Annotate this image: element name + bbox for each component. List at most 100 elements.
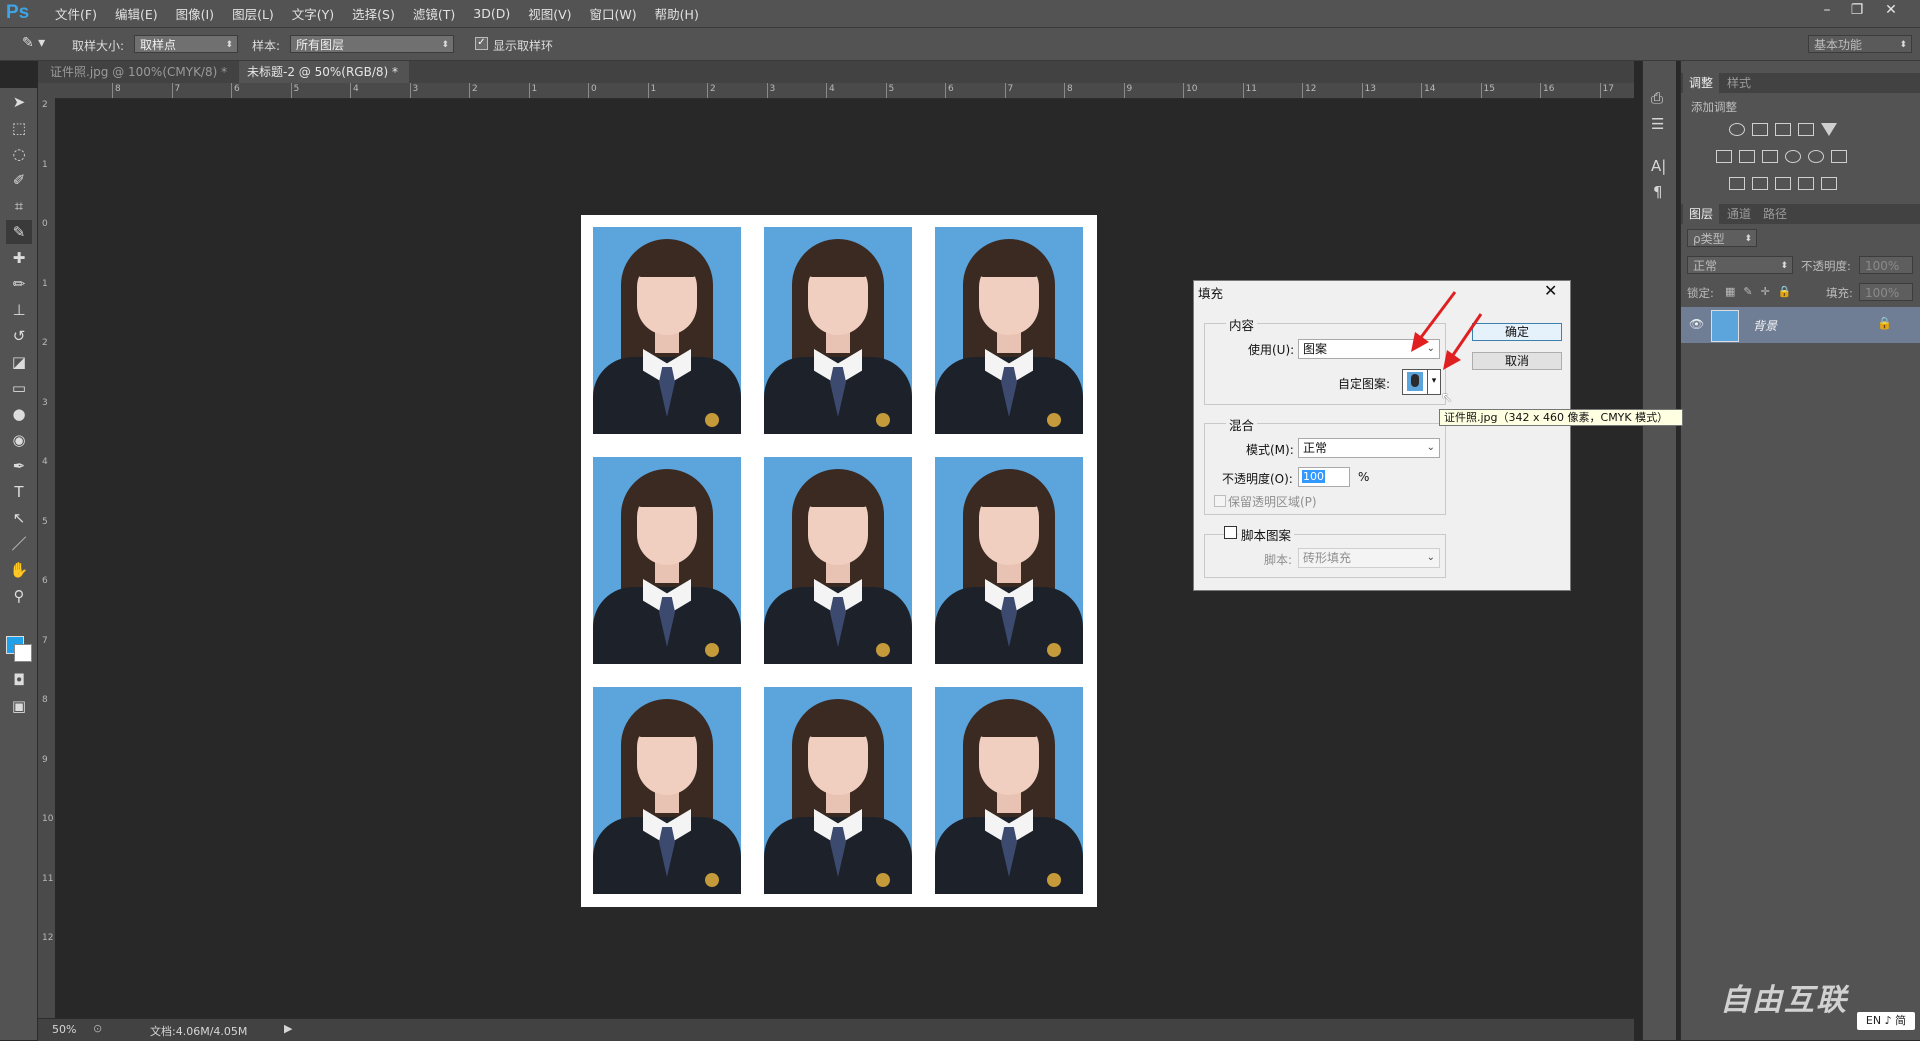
layer-name[interactable]: 背景 — [1753, 317, 1777, 334]
eyedropper-tool-icon[interactable]: ✎ — [6, 220, 32, 244]
menu-view[interactable]: 视图(V) — [519, 4, 580, 23]
history-brush-tool-icon[interactable]: ↺ — [6, 324, 32, 348]
document-canvas[interactable] — [581, 215, 1097, 907]
opacity-field[interactable]: 100% — [1859, 256, 1913, 274]
opacity-input[interactable]: 100 — [1298, 467, 1350, 487]
horizontal-ruler: 8 7 6 5 4 3 2 1 0 1 2 3 4 5 6 7 8 9 10 11 12 13 14 15 16 17 — [55, 83, 1634, 99]
ruler-tick-label: 6 — [234, 84, 240, 94]
threshold-icon[interactable] — [1775, 177, 1791, 190]
pen-tool-icon[interactable]: ✒ — [6, 454, 32, 478]
sample-select[interactable]: 所有图层 ⬍ — [290, 35, 454, 53]
background-color-swatch[interactable] — [14, 644, 32, 662]
brush-tool-icon[interactable]: ✏ — [6, 272, 32, 296]
ime-indicator[interactable]: EN ♪ 简 — [1857, 1012, 1915, 1030]
ruler-tick — [350, 83, 351, 98]
black-white-icon[interactable] — [1762, 150, 1778, 163]
menu-help[interactable]: 帮助(H) — [646, 4, 708, 23]
clone-stamp-tool-icon[interactable]: ⊥ — [6, 298, 32, 322]
fill-field[interactable]: 100% — [1859, 283, 1913, 301]
move-tool-icon[interactable]: ➤ — [6, 90, 32, 114]
ok-button[interactable]: 确定 — [1472, 323, 1562, 341]
menu-filter[interactable]: 滤镜(T) — [404, 4, 464, 23]
workspace-select[interactable]: 基本功能 ⬍ — [1808, 35, 1912, 53]
blur-tool-icon[interactable]: ● — [6, 402, 32, 426]
tab-channels[interactable]: 通道 — [1721, 204, 1757, 224]
tab-document-2[interactable]: 未标题-2 @ 50%(RGB/8) * × — [239, 61, 409, 101]
crop-tool-icon[interactable]: ⌗ — [6, 194, 32, 218]
gradient-map-icon[interactable] — [1821, 177, 1837, 190]
script-select[interactable]: 砖形填充 ⌄ — [1298, 548, 1440, 568]
cancel-button[interactable]: 取消 — [1472, 352, 1562, 370]
tab-layers[interactable]: 图层 — [1683, 204, 1720, 224]
zoom-level[interactable]: 50% — [52, 1023, 76, 1036]
mode-select[interactable]: 正常 ⌄ — [1298, 438, 1440, 458]
type-tool-icon[interactable]: T — [6, 480, 32, 504]
document-size: 文档:4.06M/4.05M — [150, 1025, 248, 1038]
hand-tool-icon[interactable]: ✋ — [6, 558, 32, 582]
zoom-tool-icon[interactable]: ⚲ — [6, 584, 32, 608]
preserve-transparency-checkbox[interactable] — [1214, 495, 1226, 507]
history-panel-icon[interactable]: ⎙ — [1651, 89, 1663, 107]
paragraph-panel-icon[interactable]: ¶ — [1653, 183, 1663, 201]
blend-mode-select[interactable]: 正常 ⬍ — [1687, 256, 1793, 274]
menu-type[interactable]: 文字(Y) — [283, 4, 343, 23]
status-menu-arrow-icon[interactable]: ▶ — [284, 1022, 292, 1035]
marquee-tool-icon[interactable]: ⬚ — [6, 116, 32, 140]
healing-brush-tool-icon[interactable]: ✚ — [6, 246, 32, 270]
eraser-tool-icon[interactable]: ◪ — [6, 350, 32, 374]
properties-panel-icon[interactable]: ☰ — [1651, 115, 1664, 133]
ruler-tick — [469, 83, 470, 98]
dodge-tool-icon[interactable]: ◉ — [6, 428, 32, 452]
menu-edit[interactable]: 编辑(E) — [106, 4, 167, 23]
lock-icons[interactable]: ▦✎✛🔒 — [1725, 285, 1800, 298]
sample-size-select[interactable]: 取样点 ⬍ — [134, 35, 238, 53]
menu-file[interactable]: 文件(F) — [46, 4, 106, 23]
line-tool-icon[interactable]: ／ — [6, 532, 32, 556]
quick-mask-icon[interactable]: ◘ — [6, 668, 32, 692]
chevron-down-icon: ⌄ — [1426, 552, 1435, 563]
hue-saturation-icon[interactable] — [1716, 150, 1732, 163]
id-photo — [764, 457, 912, 664]
quick-select-tool-icon[interactable]: ✐ — [6, 168, 32, 192]
vibrance-icon[interactable] — [1821, 123, 1837, 136]
invert-icon[interactable] — [1729, 177, 1745, 190]
tab-styles[interactable]: 样式 — [1721, 73, 1757, 93]
levels-icon[interactable] — [1752, 123, 1768, 136]
id-photo — [764, 687, 912, 894]
script-pattern-checkbox[interactable] — [1224, 526, 1237, 539]
photo-filter-icon[interactable] — [1785, 150, 1801, 163]
tab-document-1[interactable]: 证件照.jpg @ 100%(CMYK/8) * × — [42, 61, 237, 101]
ruler-tick-label: 10 — [1186, 84, 1198, 94]
lasso-tool-icon[interactable]: ◌ — [6, 142, 32, 166]
close-window-button[interactable]: ✕ — [1878, 0, 1904, 22]
character-panel-icon[interactable]: A| — [1651, 157, 1666, 175]
path-select-tool-icon[interactable]: ↖ — [6, 506, 32, 530]
gradient-tool-icon[interactable]: ▭ — [6, 376, 32, 400]
color-lookup-icon[interactable] — [1831, 150, 1847, 163]
tab-label: 证件照.jpg @ 100%(CMYK/8) * — [50, 65, 228, 79]
screen-mode-icon[interactable]: ▣ — [6, 694, 32, 718]
tab-paths[interactable]: 路径 — [1757, 204, 1793, 224]
menu-3d[interactable]: 3D(D) — [464, 6, 519, 21]
exposure-icon[interactable] — [1798, 123, 1814, 136]
eyedropper-preset-icon[interactable]: ✎ ▾ — [22, 35, 52, 53]
layer-row-background[interactable]: 👁 背景 🔒 — [1681, 307, 1920, 343]
brightness-icon[interactable] — [1729, 123, 1745, 136]
visibility-eye-icon[interactable]: 👁 — [1689, 317, 1704, 331]
tab-adjustments[interactable]: 调整 — [1683, 73, 1720, 93]
posterize-icon[interactable] — [1752, 177, 1768, 190]
color-balance-icon[interactable] — [1739, 150, 1755, 163]
updown-icon: ⬍ — [225, 40, 233, 50]
restore-button[interactable]: ❐ — [1844, 0, 1870, 22]
minimize-button[interactable]: – — [1814, 0, 1840, 22]
menu-layer[interactable]: 图层(L) — [223, 4, 283, 23]
show-ring-checkbox[interactable]: ✓ — [475, 37, 488, 50]
selective-color-icon[interactable] — [1798, 177, 1814, 190]
channel-mixer-icon[interactable] — [1808, 150, 1824, 163]
layer-filter-select[interactable]: ρ类型 ⬍ — [1687, 229, 1757, 247]
curves-icon[interactable] — [1775, 123, 1791, 136]
menu-select[interactable]: 选择(S) — [343, 4, 404, 23]
menu-window[interactable]: 窗口(W) — [581, 4, 646, 23]
dialog-close-icon[interactable]: ✕ — [1544, 281, 1557, 300]
menu-image[interactable]: 图像(I) — [167, 4, 223, 23]
